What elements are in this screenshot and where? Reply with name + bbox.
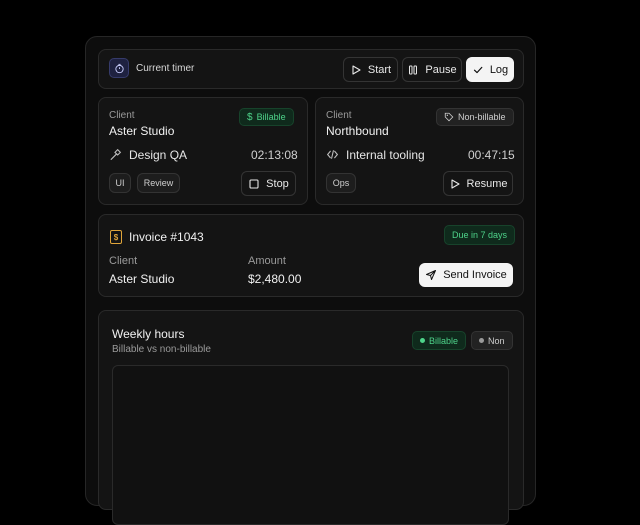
tag-label: Ops bbox=[332, 178, 350, 188]
weekly-title: Weekly hours bbox=[112, 327, 185, 341]
timer-title: Current timer bbox=[136, 63, 195, 74]
invoice-title: Invoice #1043 bbox=[129, 230, 204, 244]
client-card-northbound: Client Northbound Non-billable Internal … bbox=[315, 97, 524, 205]
client-name: Northbound bbox=[326, 124, 389, 138]
amount-value: $2,480.00 bbox=[248, 272, 302, 286]
legend-non[interactable]: Non bbox=[471, 331, 513, 350]
pause-icon bbox=[409, 65, 418, 74]
pause-button[interactable]: Pause bbox=[402, 57, 462, 82]
due-badge: Due in 7 days bbox=[444, 225, 516, 245]
legend-non-label: Non bbox=[488, 335, 505, 346]
log-label: Log bbox=[489, 63, 509, 76]
tag-review[interactable]: Review bbox=[137, 173, 180, 193]
client-label: Client bbox=[326, 110, 352, 121]
tag-label: UI bbox=[115, 178, 125, 188]
tag-label: Review bbox=[143, 178, 174, 188]
play-icon bbox=[450, 178, 460, 189]
start-button[interactable]: Start bbox=[343, 57, 398, 82]
legend-billable[interactable]: Billable bbox=[412, 331, 467, 350]
tag-ui[interactable]: UI bbox=[109, 173, 131, 193]
log-button[interactable]: Log bbox=[466, 57, 514, 82]
dollar-icon: $ bbox=[247, 111, 253, 123]
non-billable-badge: Non-billable bbox=[436, 108, 514, 126]
weekly-hours-card: Weekly hours Billable vs non-billable Bi… bbox=[98, 310, 524, 525]
current-timer-bar: Current timer Start Pause Log bbox=[98, 49, 524, 89]
send-icon bbox=[426, 270, 437, 280]
task-time: 02:13:08 bbox=[251, 148, 298, 162]
client-name: Aster Studio bbox=[109, 124, 175, 138]
non-billable-badge-label: Non-billable bbox=[458, 112, 506, 122]
weekly-subtitle: Billable vs non-billable bbox=[112, 344, 211, 355]
invoice-card: $ Invoice #1043 Due in 7 days Client Ast… bbox=[98, 214, 524, 297]
hammer-icon bbox=[110, 148, 122, 160]
invoice-client-value: Aster Studio bbox=[109, 272, 175, 286]
due-badge-label: Due in 7 days bbox=[452, 230, 508, 240]
pause-label: Pause bbox=[425, 63, 457, 76]
amount-label: Amount bbox=[248, 255, 286, 267]
legend-billable-dot bbox=[420, 338, 425, 343]
tag-icon bbox=[444, 112, 454, 122]
client-label: Client bbox=[109, 110, 135, 121]
stop-button[interactable]: Stop bbox=[241, 171, 296, 196]
send-invoice-label: Send Invoice bbox=[443, 269, 507, 281]
invoice-client-label: Client bbox=[109, 255, 138, 267]
check-icon bbox=[473, 66, 483, 73]
billable-badge-label: Billable bbox=[256, 112, 286, 122]
task-time: 00:47:15 bbox=[468, 148, 515, 162]
legend-billable-label: Billable bbox=[429, 335, 459, 346]
resume-button[interactable]: Resume bbox=[443, 171, 513, 196]
timer-icon bbox=[109, 58, 129, 78]
send-invoice-button[interactable]: Send Invoice bbox=[419, 263, 513, 287]
code-icon bbox=[326, 150, 339, 159]
billable-badge: $ Billable bbox=[239, 108, 294, 126]
tag-ops[interactable]: Ops bbox=[326, 173, 356, 193]
task-name: Design QA bbox=[129, 148, 188, 162]
task-name: Internal tooling bbox=[346, 148, 425, 162]
invoice-icon: $ bbox=[110, 230, 122, 244]
stop-icon bbox=[249, 178, 259, 189]
resume-label: Resume bbox=[466, 177, 508, 190]
legend-non-dot bbox=[479, 338, 484, 343]
client-card-aster: Client Aster Studio $ Billable Design QA… bbox=[98, 97, 308, 205]
app-panel: Current timer Start Pause Log Client Ast… bbox=[85, 36, 536, 525]
stop-label: Stop bbox=[266, 177, 289, 190]
chart-area bbox=[112, 365, 509, 525]
start-label: Start bbox=[367, 63, 392, 76]
play-icon bbox=[352, 64, 361, 75]
